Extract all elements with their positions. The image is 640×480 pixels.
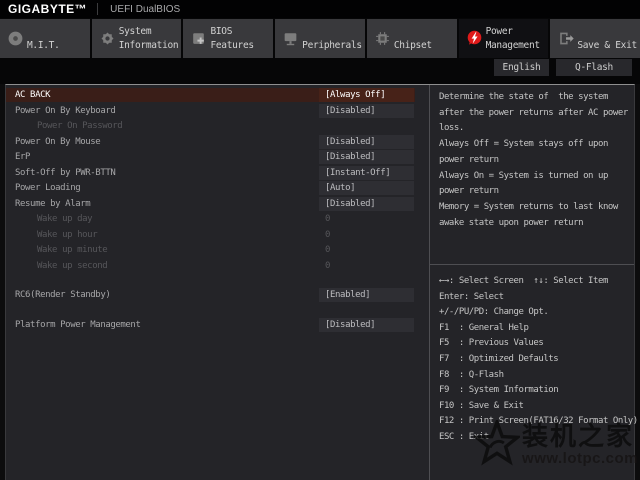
setting-label: Platform Power Management <box>15 318 140 332</box>
tab-label: Power Management <box>486 25 540 52</box>
setting-value: [Disabled] <box>319 150 414 164</box>
power-management-icon <box>466 30 483 47</box>
setting-value: 0 <box>319 243 414 257</box>
setting-label: RC6(Render Standby) <box>15 288 110 302</box>
setting-label: Power On Password <box>37 119 122 133</box>
bios-features-icon <box>190 30 207 47</box>
setting-row: Power On Password <box>6 119 420 133</box>
tab-power-management[interactable]: Power Management <box>459 19 549 58</box>
setting-value: 0 <box>319 259 414 273</box>
tab-bar: M.I.T. System Information BIOS Features Per… <box>0 18 640 58</box>
setting-label: Resume by Alarm <box>15 197 90 211</box>
setting-row[interactable]: Power On By Keyboard [Disabled] <box>6 104 420 118</box>
setting-value: 0 <box>319 228 414 242</box>
tab-peripherals[interactable]: Peripherals <box>275 19 365 58</box>
setting-label: Soft-Off by PWR-BTTN <box>15 166 115 180</box>
top-bar: GIGABYTE™ UEFI DualBIOS <box>0 0 640 18</box>
setting-row[interactable]: Power Loading [Auto] <box>6 181 420 195</box>
tab-label: Peripherals <box>302 39 362 53</box>
setting-value: [Always Off] <box>319 88 414 102</box>
tab-mit[interactable]: M.I.T. <box>0 19 90 58</box>
setting-label: Wake up day <box>37 212 92 226</box>
watermark-title: 装机之家 <box>522 422 638 450</box>
setting-value: [Enabled] <box>319 288 414 302</box>
bios-title: UEFI DualBIOS <box>110 4 180 15</box>
setting-row[interactable]: AC BACK [Always Off] <box>6 88 415 102</box>
setting-value: [Disabled] <box>319 104 414 118</box>
tab-label: System Information <box>119 25 179 52</box>
save-exit-icon <box>557 30 574 47</box>
peripherals-icon <box>282 30 299 47</box>
sub-bar: English Q-Flash <box>0 58 640 84</box>
tab-save-exit[interactable]: Save & Exit <box>550 19 640 58</box>
setting-label: Power Loading <box>15 181 80 195</box>
setting-row[interactable]: Soft-Off by PWR-BTTN [Instant-Off] <box>6 166 420 180</box>
setting-row[interactable]: ErP [Disabled] <box>6 150 420 164</box>
setting-label: AC BACK <box>15 88 50 102</box>
tab-label: Chipset <box>394 39 432 53</box>
setting-value: [Disabled] <box>319 318 414 332</box>
system-information-icon <box>99 30 116 47</box>
chipset-icon <box>374 30 391 47</box>
tab-label: BIOS Features <box>210 25 253 52</box>
qflash-button[interactable]: Q-Flash <box>556 59 632 76</box>
tab-bios-features[interactable]: BIOS Features <box>183 19 273 58</box>
tab-system-information[interactable]: System Information <box>92 19 182 58</box>
setting-value <box>319 119 414 133</box>
setting-row[interactable]: Resume by Alarm [Disabled] <box>6 197 420 211</box>
setting-label: Power On By Keyboard <box>15 104 115 118</box>
language-button[interactable]: English <box>494 59 549 76</box>
setting-label: Wake up second <box>37 259 107 273</box>
help-divider <box>430 264 634 265</box>
setting-label: ErP <box>15 150 30 164</box>
watermark: 装机之家 www.lotpc.com <box>474 420 638 468</box>
setting-row: Wake up second 0 <box>6 259 420 273</box>
tab-chipset[interactable]: Chipset <box>367 19 457 58</box>
tab-label: M.I.T. <box>27 39 60 53</box>
setting-row[interactable]: RC6(Render Standby) [Enabled] <box>6 288 420 302</box>
help-text: Determine the state of the system after … <box>439 90 628 231</box>
mit-icon <box>7 30 24 47</box>
setting-label: Wake up hour <box>37 228 97 242</box>
topbar-divider <box>97 3 98 15</box>
setting-row[interactable]: Power On By Mouse [Disabled] <box>6 135 420 149</box>
setting-row: Wake up hour 0 <box>6 228 420 242</box>
setting-row[interactable]: Platform Power Management [Disabled] <box>6 318 420 332</box>
star-logo-icon <box>474 420 520 468</box>
setting-value: 0 <box>319 212 414 226</box>
setting-row: Wake up day 0 <box>6 212 420 226</box>
setting-row: Wake up minute 0 <box>6 243 420 257</box>
settings-list: AC BACK [Always Off] Power On By Keyboard [… <box>6 88 420 333</box>
setting-value: [Disabled] <box>319 197 414 211</box>
tab-label: Save & Exit <box>577 39 637 53</box>
setting-value: [Disabled] <box>319 135 414 149</box>
setting-value: [Instant-Off] <box>319 166 414 180</box>
watermark-url: www.lotpc.com <box>522 450 638 467</box>
setting-value: [Auto] <box>319 181 414 195</box>
gigabyte-logo: GIGABYTE™ <box>8 2 87 16</box>
setting-label: Power On By Mouse <box>15 135 100 149</box>
setting-label: Wake up minute <box>37 243 107 257</box>
